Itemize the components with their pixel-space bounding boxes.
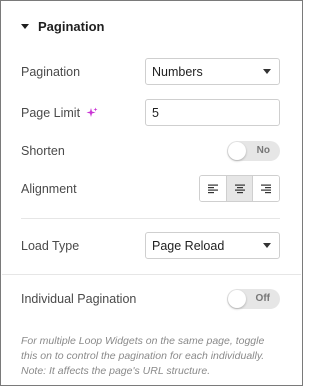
chevron-down-icon bbox=[263, 69, 271, 74]
toggle-knob bbox=[228, 290, 246, 308]
pagination-panel: Pagination Pagination Numbers Page Limit… bbox=[0, 0, 303, 386]
load-type-label: Load Type bbox=[21, 238, 80, 253]
help-note-line: For multiple Loop Widgets on the same pa… bbox=[21, 335, 265, 347]
alignment-row: Alignment bbox=[21, 175, 280, 202]
shorten-toggle[interactable]: No bbox=[227, 141, 280, 161]
help-note: For multiple Loop Widgets on the same pa… bbox=[21, 334, 282, 379]
alignment-control bbox=[199, 175, 280, 202]
pagination-label: Pagination bbox=[21, 64, 81, 79]
align-center-icon bbox=[234, 184, 245, 193]
align-left-icon bbox=[207, 184, 218, 193]
load-type-select-value: Page Reload bbox=[152, 238, 225, 253]
individual-pagination-toggle-text: Off bbox=[255, 293, 270, 304]
ai-sparkle-icon[interactable] bbox=[86, 107, 98, 119]
pagination-select-value: Numbers bbox=[152, 64, 203, 79]
caret-down-icon bbox=[21, 24, 29, 29]
alignment-label: Alignment bbox=[21, 181, 77, 196]
help-note-line: this on to control the pagination for ea… bbox=[21, 350, 265, 362]
shorten-row: Shorten No bbox=[21, 141, 280, 161]
align-right-button[interactable] bbox=[252, 176, 279, 201]
pagination-row: Pagination Numbers bbox=[21, 58, 280, 85]
chevron-down-icon bbox=[263, 243, 271, 248]
page-limit-input[interactable] bbox=[145, 99, 280, 126]
page-limit-row: Page Limit bbox=[21, 99, 280, 126]
divider bbox=[21, 218, 280, 219]
help-note-line: Note: It affects the page's URL structur… bbox=[21, 365, 211, 377]
load-type-row: Load Type Page Reload bbox=[21, 232, 280, 259]
individual-pagination-row: Individual Pagination Off bbox=[21, 289, 280, 309]
align-right-icon bbox=[261, 184, 272, 193]
toggle-knob bbox=[228, 142, 246, 160]
align-center-button[interactable] bbox=[225, 176, 253, 201]
page-limit-label: Page Limit bbox=[21, 105, 81, 120]
individual-pagination-toggle[interactable]: Off bbox=[227, 289, 280, 309]
pagination-select[interactable]: Numbers bbox=[145, 58, 280, 85]
load-type-select[interactable]: Page Reload bbox=[145, 232, 280, 259]
page-limit-label-wrap: Page Limit bbox=[21, 106, 98, 120]
shorten-toggle-text: No bbox=[256, 145, 270, 156]
section-title: Pagination bbox=[38, 18, 105, 34]
section-divider bbox=[2, 274, 301, 275]
shorten-label: Shorten bbox=[21, 144, 65, 158]
align-left-button[interactable] bbox=[200, 176, 226, 201]
individual-pagination-label: Individual Pagination bbox=[21, 292, 137, 306]
pagination-section-header[interactable]: Pagination bbox=[21, 17, 104, 35]
